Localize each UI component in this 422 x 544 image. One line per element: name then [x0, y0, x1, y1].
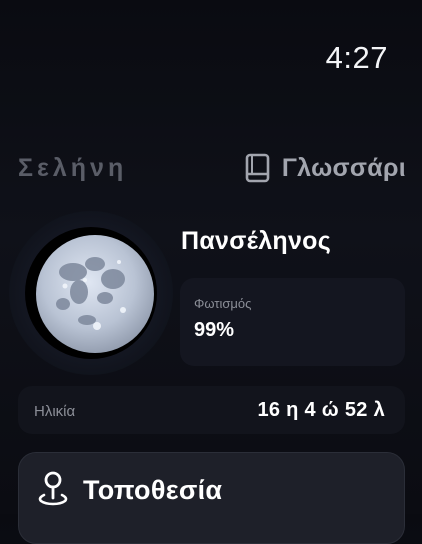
- app-title: Σελήνη: [18, 153, 128, 182]
- location-card[interactable]: Τοποθεσία: [18, 452, 405, 544]
- header: Σελήνη Γλωσσάρι: [18, 148, 406, 188]
- glossary-button[interactable]: Γλωσσάρι: [244, 153, 406, 183]
- book-icon: [244, 153, 272, 183]
- illumination-card: Φωτισμός 99%: [180, 278, 405, 366]
- full-moon-image: [36, 235, 154, 353]
- location-title: Τοποθεσία: [83, 475, 223, 505]
- moon-age-row: Ηλικία 16 η 4 ώ 52 λ: [18, 386, 405, 434]
- glossary-label: Γλωσσάρι: [281, 153, 406, 182]
- illumination-label: Φωτισμός: [194, 296, 252, 311]
- age-value: 16 η 4 ώ 52 λ: [257, 399, 385, 421]
- moon-visual: [9, 211, 173, 375]
- illumination-value: 99%: [194, 319, 235, 341]
- location-header: Τοποθεσία: [35, 470, 222, 511]
- location-pin-icon: [35, 470, 71, 511]
- status-bar-time: 4:27: [325, 40, 388, 75]
- moon-phase-name: Πανσέληνος: [181, 227, 332, 255]
- age-label: Ηλικία: [34, 403, 76, 420]
